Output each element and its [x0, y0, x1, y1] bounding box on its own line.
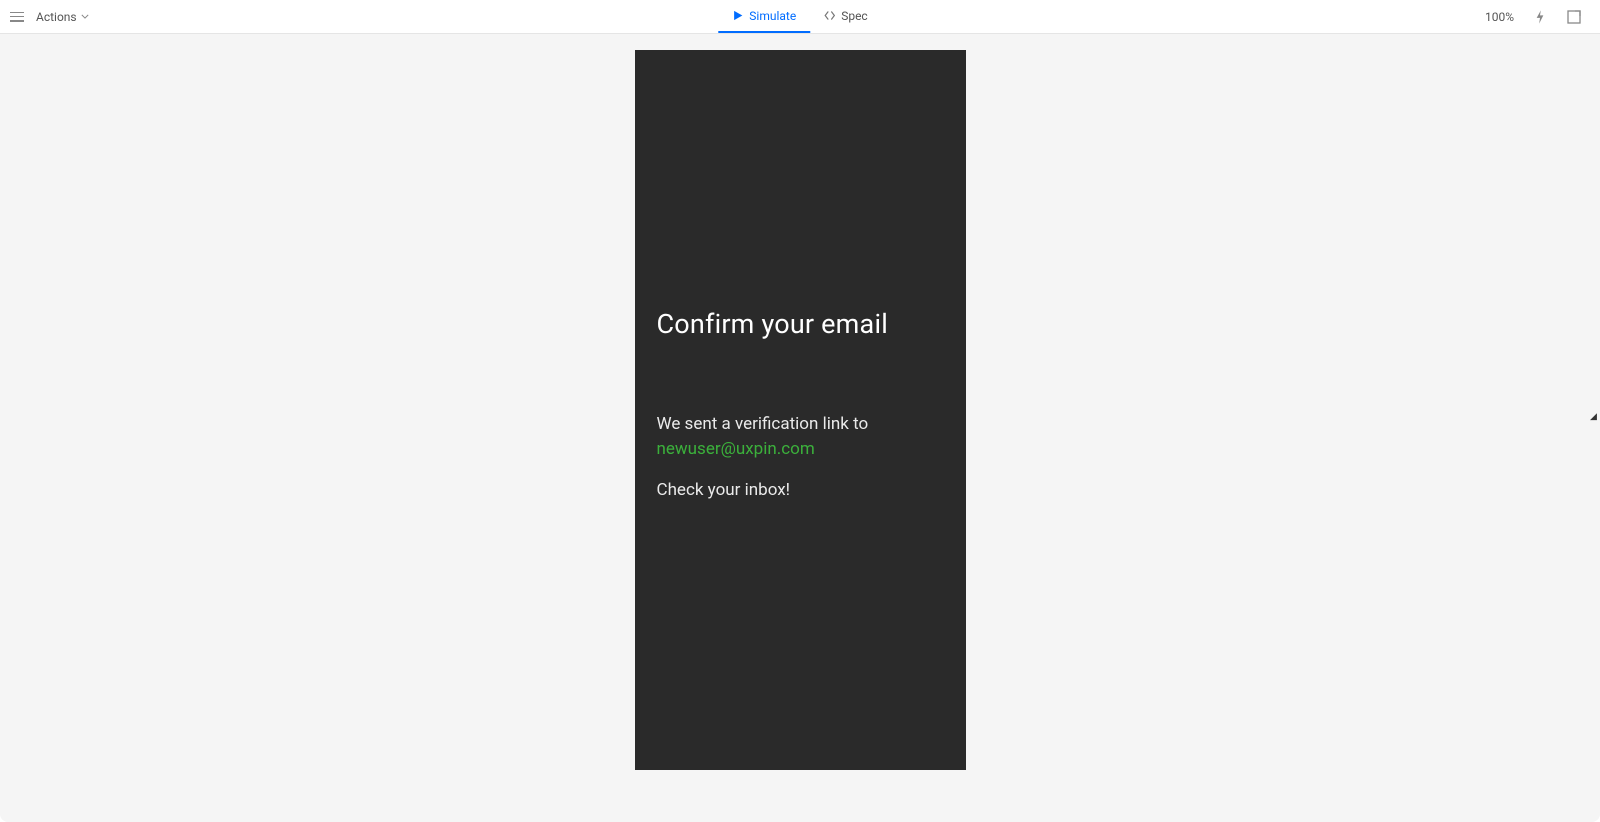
- actions-label: Actions: [36, 10, 77, 24]
- device-frame: Confirm your email We sent a verificatio…: [635, 50, 966, 770]
- expand-icon[interactable]: [1566, 9, 1582, 25]
- tab-spec[interactable]: Spec: [810, 0, 882, 33]
- topbar-right: 100%: [1485, 0, 1590, 33]
- sent-line-text: We sent a verification link to: [657, 414, 869, 434]
- resize-handle-icon[interactable]: ◢: [1590, 412, 1598, 420]
- topbar-left: Actions: [10, 0, 93, 33]
- chevron-down-icon: [81, 14, 89, 19]
- email-address: newuser@uxpin.com: [657, 439, 815, 459]
- canvas-area[interactable]: Confirm your email We sent a verificatio…: [0, 34, 1600, 822]
- tab-spec-label: Spec: [841, 9, 868, 23]
- check-inbox-text: Check your inbox!: [657, 480, 944, 500]
- zoom-level[interactable]: 100%: [1485, 10, 1514, 24]
- confirm-email-title: Confirm your email: [657, 308, 944, 340]
- sent-message-block: We sent a verification link to newuser@u…: [657, 412, 944, 461]
- tab-simulate[interactable]: Simulate: [718, 0, 810, 33]
- topbar: Actions Simulate Spec 100%: [0, 0, 1600, 34]
- code-icon: [824, 10, 835, 21]
- topbar-tabs: Simulate Spec: [718, 0, 881, 33]
- actions-dropdown[interactable]: Actions: [32, 10, 93, 24]
- menu-icon[interactable]: [10, 12, 24, 22]
- lightning-icon[interactable]: [1532, 9, 1548, 25]
- play-icon: [732, 10, 743, 21]
- screen-content: Confirm your email We sent a verificatio…: [657, 72, 944, 500]
- tab-simulate-label: Simulate: [749, 9, 796, 23]
